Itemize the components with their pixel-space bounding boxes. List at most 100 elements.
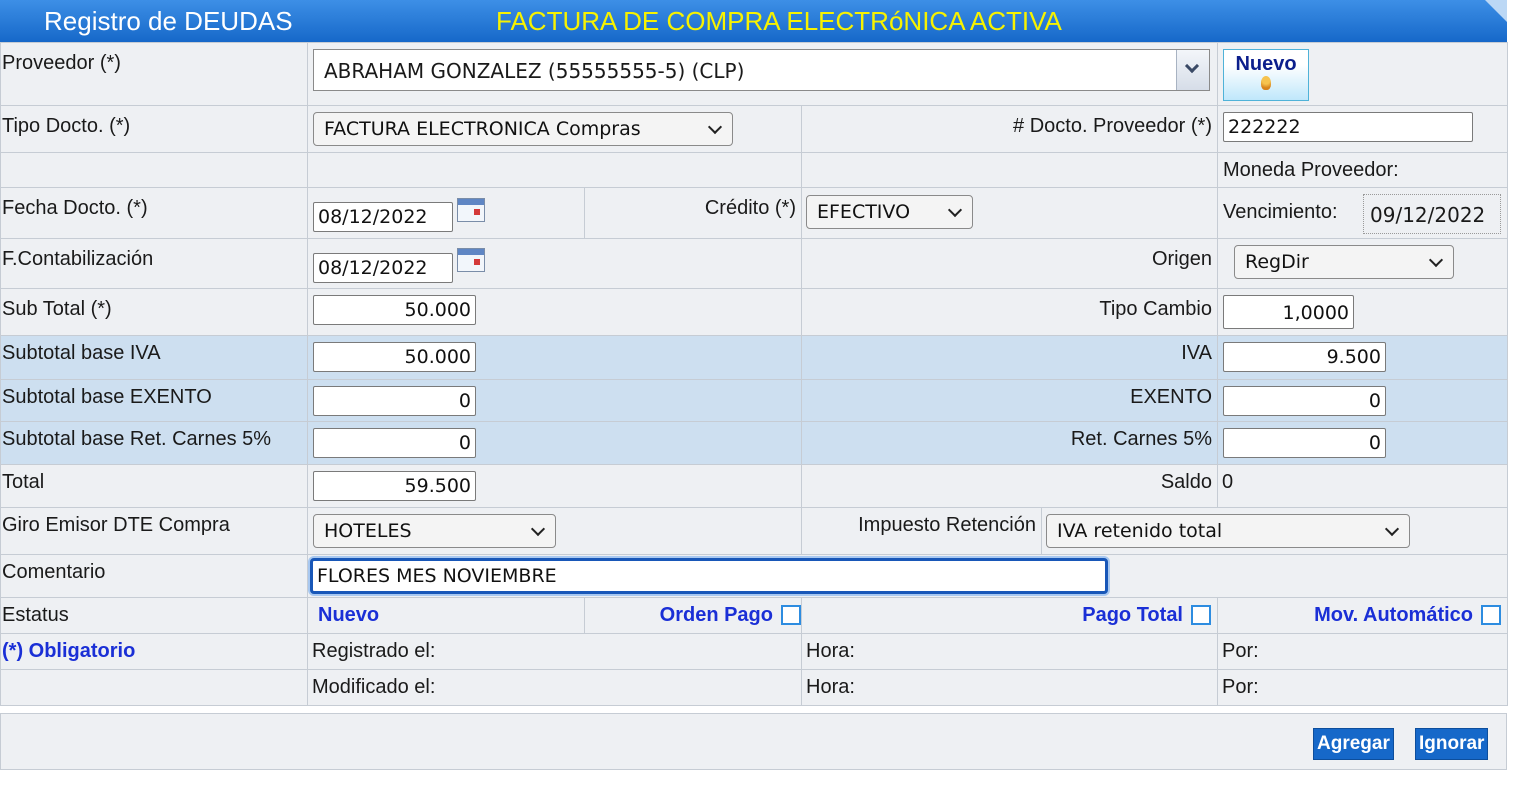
docto-proveedor-cell: 222222 — [1217, 105, 1508, 153]
credito-select[interactable]: EFECTIVO — [806, 195, 973, 229]
mov-auto-label: Mov. Automático — [1314, 604, 1473, 626]
pago-total-cell: Pago Total — [801, 597, 1218, 634]
tipo-docto-select[interactable]: FACTURA ELECTRONICA Compras — [313, 112, 733, 146]
comentario-input[interactable]: FLORES MES NOVIEMBRE — [310, 558, 1108, 594]
tipo-cambio-cell: 1,0000 — [1217, 288, 1508, 336]
vencimiento-label: Vencimiento: — [1223, 201, 1338, 223]
proveedor-label-cell: Proveedor (*) — [0, 42, 308, 106]
iva-label: IVA — [1181, 342, 1212, 364]
agregar-button[interactable]: Agregar — [1313, 728, 1394, 760]
calendar-icon[interactable] — [457, 198, 485, 222]
tipo-docto-value: FACTURA ELECTRONICA Compras — [324, 118, 641, 140]
hora-label: Hora: — [806, 676, 855, 698]
tipo-cambio-input[interactable]: 1,0000 — [1223, 295, 1354, 329]
iva-input[interactable]: 9.500 — [1223, 342, 1386, 372]
base-iva-label: Subtotal base IVA — [2, 342, 161, 364]
impuesto-label-cell: Impuesto Retención — [801, 507, 1042, 555]
credito-value: EFECTIVO — [817, 201, 911, 223]
chevron-down-icon — [530, 521, 546, 537]
pago-total-checkbox[interactable] — [1191, 605, 1211, 625]
por-label: Por: — [1222, 676, 1259, 698]
fecha-docto-input[interactable]: 08/12/2022 — [313, 202, 453, 232]
comentario-label: Comentario — [2, 561, 106, 583]
docto-proveedor-label: # Docto. Proveedor (*) — [1013, 115, 1212, 137]
sub-total-label: Sub Total (*) — [2, 298, 112, 320]
mov-auto-checkbox[interactable] — [1481, 605, 1501, 625]
base-ret-label: Subtotal base Ret. Carnes 5% — [2, 428, 272, 450]
obligatorio-label: (*) Obligatorio — [2, 640, 136, 662]
modificado-cell: Modificado el: — [307, 669, 802, 706]
impuesto-cell: IVA retenido total — [1041, 507, 1508, 555]
giro-value: HOTELES — [324, 520, 412, 542]
calendar-icon[interactable] — [457, 248, 485, 272]
chevron-down-icon — [1384, 521, 1400, 537]
docto-proveedor-input[interactable]: 222222 — [1223, 112, 1473, 142]
base-exento-cell: 0 — [307, 379, 802, 422]
exento-label: EXENTO — [1130, 386, 1212, 408]
hora-registrado-cell: Hora: — [801, 633, 1218, 670]
base-ret-cell: 0 — [307, 421, 802, 465]
vencimiento-value[interactable]: 09/12/2022 — [1363, 194, 1501, 234]
empty-cell — [307, 152, 802, 188]
orden-pago-checkbox[interactable] — [781, 605, 801, 625]
docto-proveedor-label-cell: # Docto. Proveedor (*) — [801, 105, 1218, 153]
giro-cell: HOTELES — [307, 507, 802, 555]
giro-select[interactable]: HOTELES — [313, 514, 556, 548]
user-icon — [1261, 76, 1271, 90]
giro-label: Giro Emisor DTE Compra — [2, 514, 230, 536]
exento-input[interactable]: 0 — [1223, 386, 1386, 416]
chevron-down-icon — [947, 202, 963, 218]
empty-cell — [0, 152, 308, 188]
ignorar-button[interactable]: Ignorar — [1415, 728, 1489, 760]
mov-auto-cell: Mov. Automático — [1217, 597, 1508, 634]
proveedor-combobox[interactable]: ABRAHAM GONZALEZ (55555555-5) (CLP) — [313, 49, 1210, 91]
proveedor-dropdown-button[interactable] — [1176, 50, 1209, 90]
giro-label-cell: Giro Emisor DTE Compra — [0, 507, 308, 555]
corner-fold-icon — [1485, 0, 1507, 22]
empty-cell — [801, 152, 1218, 188]
por-registrado-cell: Por: — [1217, 633, 1508, 670]
impuesto-value: IVA retenido total — [1057, 520, 1223, 542]
base-ret-label-cell: Subtotal base Ret. Carnes 5% — [0, 421, 308, 465]
ret-input[interactable]: 0 — [1223, 428, 1386, 458]
ret-cell: 0 — [1217, 421, 1508, 465]
credito-cell: EFECTIVO — [801, 187, 1218, 239]
f-contab-label: F.Contabilización — [2, 248, 154, 270]
estatus-label: Estatus — [2, 604, 69, 626]
total-label-cell: Total — [0, 464, 308, 508]
origen-cell: RegDir — [1217, 238, 1508, 289]
base-ret-input[interactable]: 0 — [313, 428, 476, 458]
total-cell: 59.500 — [307, 464, 802, 508]
empty-cell — [0, 669, 308, 706]
moneda-label: Moneda Proveedor: — [1223, 159, 1399, 181]
saldo-label: Saldo — [1160, 471, 1212, 493]
tipo-cambio-label-cell: Tipo Cambio — [801, 288, 1218, 336]
credito-label-cell: Crédito (*) — [584, 187, 802, 239]
fecha-docto-label: Fecha Docto. (*) — [2, 197, 148, 219]
total-input[interactable]: 59.500 — [313, 471, 476, 501]
estatus-value: Nuevo — [318, 604, 380, 626]
base-iva-input[interactable]: 50.000 — [313, 342, 476, 372]
pago-total-label: Pago Total — [1082, 604, 1183, 626]
por-modificado-cell: Por: — [1217, 669, 1508, 706]
origen-select[interactable]: RegDir — [1234, 245, 1454, 279]
modificado-label: Modificado el: — [312, 676, 436, 698]
nuevo-proveedor-button[interactable]: Nuevo — [1223, 49, 1309, 101]
hora-label: Hora: — [806, 640, 855, 662]
credito-label: Crédito (*) — [704, 197, 796, 219]
orden-pago-label: Orden Pago — [659, 604, 773, 626]
estatus-cell: Nuevo — [307, 597, 585, 634]
nuevo-button-label: Nuevo — [1235, 53, 1297, 75]
proveedor-cell: ABRAHAM GONZALEZ (55555555-5) (CLP) — [307, 42, 1218, 106]
origen-label: Origen — [1151, 248, 1212, 270]
saldo-label-cell: Saldo — [801, 464, 1218, 508]
debt-form: Proveedor (*) ABRAHAM GONZALEZ (55555555… — [0, 42, 1508, 706]
saldo-cell: 0 — [1217, 464, 1508, 508]
f-contab-input[interactable]: 08/12/2022 — [313, 253, 453, 283]
base-exento-input[interactable]: 0 — [313, 386, 476, 416]
proveedor-value: ABRAHAM GONZALEZ (55555555-5) (CLP) — [324, 59, 745, 83]
impuesto-select[interactable]: IVA retenido total — [1046, 514, 1410, 548]
page-title: Registro de DEUDAS — [44, 6, 293, 36]
iva-cell: 9.500 — [1217, 335, 1508, 380]
sub-total-input[interactable]: 50.000 — [313, 295, 476, 325]
